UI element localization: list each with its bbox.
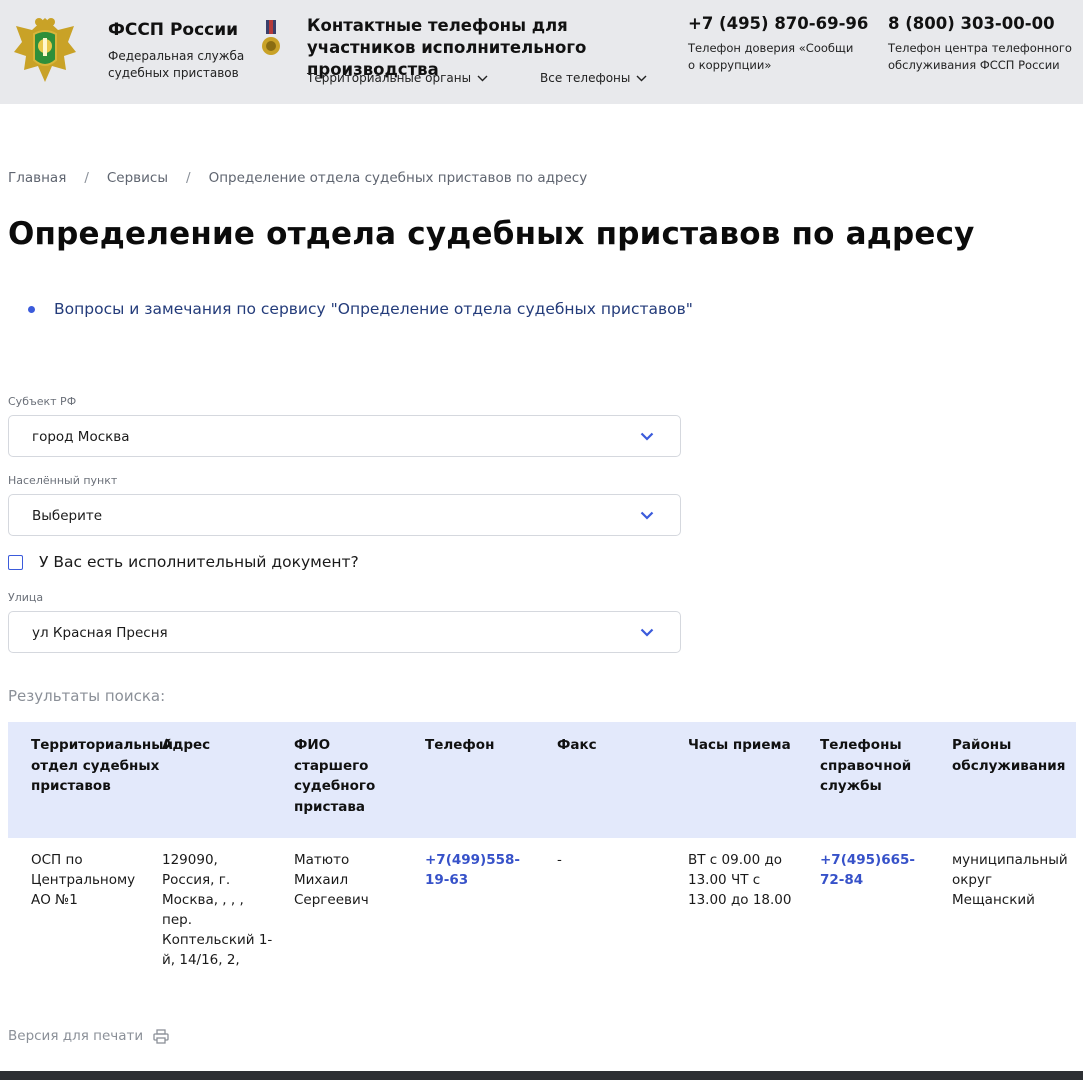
hotline-desc: Телефон доверия «Сообщи о коррупции» xyxy=(688,41,854,72)
table-header: Территориальный отдел судебных приставов… xyxy=(8,722,1076,838)
has-document-checkbox-row[interactable]: У Вас есть исполнительный документ? xyxy=(8,553,359,571)
hotline-phone[interactable]: +7 (495) 870-69-96 xyxy=(688,14,868,33)
col-header-phone: Телефон xyxy=(425,737,495,753)
cell-districts: муниципальный округ Мещанский xyxy=(952,852,1068,908)
medal-icon xyxy=(262,20,280,55)
street-label: Улица xyxy=(8,591,44,604)
cell-fax: - xyxy=(557,852,562,868)
chevron-down-icon xyxy=(636,75,647,81)
col-header-help-phone: Телефоны справочной службы xyxy=(820,737,912,794)
subject-label: Субъект РФ xyxy=(8,395,77,408)
feedback-link-text[interactable]: Вопросы и замечания по сервису "Определе… xyxy=(54,300,693,318)
page-title: Определение отдела судебных приставов по… xyxy=(8,216,975,252)
chevron-down-icon xyxy=(477,75,488,81)
cell-hours: ВТ с 09.00 до 13.00 ЧТ с 13.00 до 18.00 xyxy=(688,852,792,908)
cell-phone-link[interactable]: +7(499)558-19-63 xyxy=(425,850,535,890)
has-document-checkbox[interactable] xyxy=(8,554,23,570)
results-label: Результаты поиска: xyxy=(8,687,166,705)
breadcrumb: Главная / Сервисы / Определение отдела с… xyxy=(8,170,587,186)
results-table: Территориальный отдел судебных приставов… xyxy=(8,722,1076,988)
org-name[interactable]: ФССП России xyxy=(108,20,238,40)
chevron-down-icon xyxy=(640,628,654,637)
breadcrumb-current: Определение отдела судебных приставов по… xyxy=(208,170,588,186)
territorial-label: Территориальные органы xyxy=(307,71,472,85)
table-row: ОСП по Центральному АО №1 129090, Россия… xyxy=(8,838,1076,988)
chevron-down-icon xyxy=(640,511,654,520)
all-phones-label: Все телефоны xyxy=(540,71,631,85)
street-value: ул Красная Пресня xyxy=(32,625,168,641)
locality-label: Населённый пункт xyxy=(8,474,118,487)
emblem-icon[interactable] xyxy=(12,12,78,86)
col-header-chief: ФИО старшего судебного пристава xyxy=(294,737,376,815)
feedback-link[interactable]: Вопросы и замечания по сервису "Определе… xyxy=(28,300,693,318)
call-center-phone[interactable]: 8 (800) 303-00-00 xyxy=(888,14,1055,33)
subject-value: город Москва xyxy=(32,429,130,445)
col-header-fax: Факс xyxy=(557,737,597,753)
locality-value: Выберите xyxy=(32,508,103,524)
breadcrumb-services[interactable]: Сервисы xyxy=(107,170,168,186)
has-document-label[interactable]: У Вас есть исполнительный документ? xyxy=(39,553,359,571)
bullet-icon xyxy=(28,305,35,313)
col-header-hours: Часы приема xyxy=(688,737,791,753)
locality-select[interactable]: Выберите xyxy=(8,494,681,536)
breadcrumb-separator: / xyxy=(84,170,89,186)
print-version-label[interactable]: Версия для печати xyxy=(8,1028,143,1044)
all-phones-dropdown[interactable]: Все телефоны xyxy=(540,71,647,85)
col-header-dept: Территориальный отдел судебных приставов xyxy=(31,737,173,794)
cell-help-phone-link[interactable]: +7(495)665-72-84 xyxy=(820,850,930,890)
col-header-address: Адрес xyxy=(162,737,211,753)
print-icon xyxy=(153,1028,169,1044)
street-select[interactable]: ул Красная Пресня xyxy=(8,611,681,653)
call-center-desc: Телефон центра телефонного обслуживания … xyxy=(888,41,1072,72)
chevron-down-icon xyxy=(640,432,654,441)
org-subtitle: Федеральная служба судебных приставов xyxy=(108,49,245,80)
site-header: ФССП России Федеральная служба судебных … xyxy=(0,0,1083,104)
cell-chief: Матюто Михаил Сергеевич xyxy=(294,852,369,908)
breadcrumb-separator: / xyxy=(186,170,191,186)
breadcrumb-home[interactable]: Главная xyxy=(8,170,66,186)
cell-dept: ОСП по Центральному АО №1 xyxy=(31,852,136,908)
territorial-dropdown[interactable]: Территориальные органы xyxy=(307,71,488,85)
print-version-link[interactable]: Версия для печати xyxy=(8,1028,169,1044)
subject-select[interactable]: город Москва xyxy=(8,415,681,457)
cell-address: 129090, Россия, г. Москва, , , , пер. Ко… xyxy=(162,852,273,968)
col-header-districts: Районы обслуживания xyxy=(952,737,1066,774)
footer-bar xyxy=(0,1071,1083,1080)
